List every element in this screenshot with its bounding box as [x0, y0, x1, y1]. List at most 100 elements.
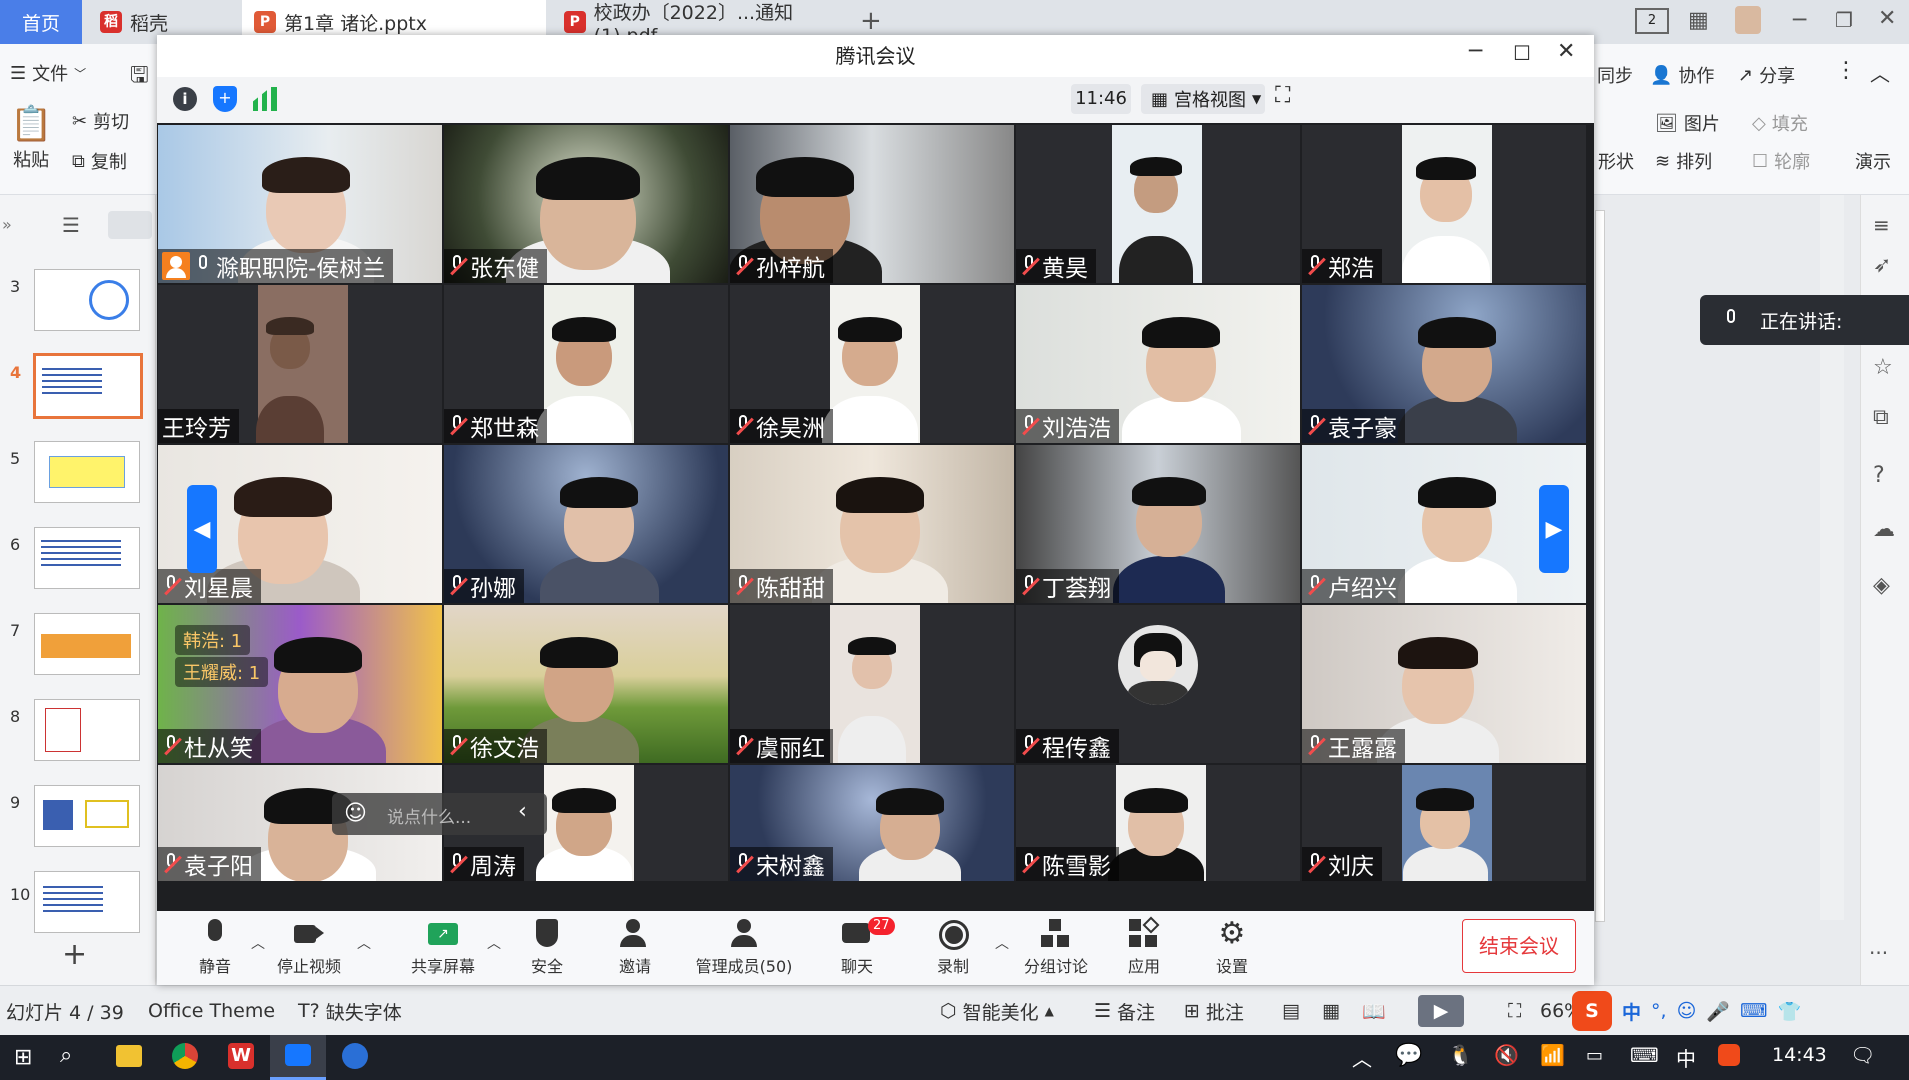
- windows-start-icon[interactable]: ⊞: [14, 1045, 32, 1070]
- mute-button[interactable]: 静音: [185, 911, 245, 985]
- invite-button[interactable]: 邀请: [595, 911, 675, 985]
- more-dots-icon[interactable]: ···: [1869, 941, 1888, 965]
- compass-icon[interactable]: ◈: [1873, 573, 1890, 598]
- share-button[interactable]: ↗ 分享: [1738, 62, 1795, 88]
- end-meeting-button[interactable]: 结束会议: [1462, 919, 1576, 973]
- ime-chinese-icon[interactable]: 中: [1622, 998, 1641, 1025]
- shield-icon[interactable]: +: [213, 86, 237, 112]
- video-tile[interactable]: 郑浩: [1302, 125, 1586, 283]
- sogou-tray-icon[interactable]: [1718, 1044, 1740, 1066]
- wifi-icon[interactable]: 📶: [1540, 1043, 1565, 1067]
- punctuation-icon[interactable]: °,: [1651, 1000, 1667, 1022]
- video-tile[interactable]: 王露露: [1302, 605, 1586, 763]
- info-icon[interactable]: i: [173, 87, 197, 111]
- share-screen-button[interactable]: ↗ 共享屏幕: [403, 911, 483, 985]
- apps-button[interactable]: 应用: [1109, 911, 1179, 985]
- video-tile[interactable]: 孙娜: [444, 445, 728, 603]
- stop-video-button[interactable]: 停止视频: [269, 911, 349, 985]
- thumbnail-view-icon[interactable]: [108, 211, 152, 239]
- reading-view-icon[interactable]: 📖: [1362, 986, 1386, 1036]
- sorter-view-icon[interactable]: ▦: [1322, 986, 1340, 1036]
- menu-icon[interactable]: ≡: [1873, 213, 1890, 237]
- video-tile[interactable]: 张东健: [444, 125, 728, 283]
- collab-button[interactable]: 👤 协作: [1650, 62, 1714, 88]
- quick-chat-input[interactable]: ☺ 说点什么... ‹: [332, 793, 547, 835]
- skin-icon[interactable]: 👕: [1777, 1000, 1801, 1023]
- more-icon[interactable]: ⋮: [1835, 58, 1857, 83]
- slide-thumb-9[interactable]: [34, 785, 140, 847]
- slide-thumb-7[interactable]: [34, 613, 140, 675]
- slide-thumb-10[interactable]: [34, 871, 140, 933]
- avatar[interactable]: [1735, 6, 1761, 34]
- video-tile[interactable]: 陈甜甜: [730, 445, 1014, 603]
- slide-thumb-5[interactable]: [34, 441, 140, 503]
- grid-apps-icon[interactable]: ▦: [1688, 8, 1709, 33]
- video-tile[interactable]: 宋树鑫: [730, 765, 1014, 881]
- record-options-caret[interactable]: ︿: [995, 933, 1009, 953]
- copy-button[interactable]: ⧉ 复制: [72, 148, 127, 174]
- picture-button[interactable]: 🖼 图片: [1655, 110, 1720, 136]
- tray-expand-icon[interactable]: ︿: [1352, 1043, 1372, 1072]
- notification-icon[interactable]: 🗨: [1850, 1043, 1875, 1067]
- slide-thumb-3[interactable]: [34, 269, 140, 331]
- star-icon[interactable]: ☆: [1873, 355, 1893, 380]
- video-tile[interactable]: 刘浩浩: [1016, 285, 1300, 443]
- video-tile[interactable]: 王玲芳: [158, 285, 442, 443]
- tencent-meeting-taskbar-item[interactable]: [270, 1035, 326, 1080]
- video-tile[interactable]: 徐昊洲: [730, 285, 1014, 443]
- view-mode-dropdown[interactable]: ▦ 宫格视图 ▼: [1141, 84, 1265, 114]
- video-tile[interactable]: 刘庆: [1302, 765, 1586, 881]
- outline-view-icon[interactable]: ☰: [62, 213, 80, 237]
- keyboard-icon[interactable]: ⌨: [1740, 1000, 1767, 1022]
- cloud-icon[interactable]: ☁: [1873, 517, 1895, 542]
- volume-muted-icon[interactable]: 🔇: [1494, 1043, 1519, 1067]
- fullscreen-icon[interactable]: ⛶: [1275, 83, 1290, 108]
- play-button[interactable]: ▶: [1418, 986, 1464, 1036]
- prev-page-arrow-icon[interactable]: ◀: [187, 485, 217, 573]
- video-tile[interactable]: 孙梓航: [730, 125, 1014, 283]
- file-explorer-icon[interactable]: [116, 1045, 142, 1067]
- rocket-icon[interactable]: ➶: [1873, 253, 1891, 278]
- search-icon[interactable]: ⌕: [60, 1043, 72, 1068]
- slide-thumb-6[interactable]: [34, 527, 140, 589]
- help-icon[interactable]: ?: [1873, 463, 1885, 488]
- slide-thumb-4[interactable]: [33, 353, 143, 419]
- maximize-icon[interactable]: ☐: [1513, 41, 1531, 65]
- emoji-icon[interactable]: ☺: [344, 801, 367, 826]
- wps-icon[interactable]: W: [228, 1043, 254, 1069]
- settings-button[interactable]: ⚙ 设置: [1197, 911, 1267, 985]
- close-icon[interactable]: ✕: [1557, 39, 1575, 64]
- video-tile[interactable]: 丁荟翔: [1016, 445, 1300, 603]
- ime-indicator[interactable]: 中: [1676, 1043, 1696, 1072]
- record-button[interactable]: 录制: [913, 911, 993, 985]
- fit-icon[interactable]: ⛶: [1508, 986, 1521, 1036]
- transition-icon[interactable]: ⧉: [1873, 405, 1889, 430]
- voice-icon[interactable]: 🎤: [1706, 1000, 1730, 1023]
- save-icon[interactable]: 🖫: [130, 58, 149, 96]
- video-tile[interactable]: 陈雪影: [1016, 765, 1300, 881]
- slide-canvas[interactable]: [1595, 210, 1605, 922]
- normal-view-icon[interactable]: ▤: [1282, 986, 1300, 1036]
- collapse-ribbon-icon[interactable]: ︿: [1870, 58, 1890, 87]
- paste-button[interactable]: 📋 粘贴: [10, 104, 52, 172]
- missing-font-button[interactable]: T? 缺失字体: [298, 986, 402, 1036]
- outline-button[interactable]: ☐ 轮廓: [1752, 148, 1810, 174]
- arrange-button[interactable]: ≋ 排列: [1655, 148, 1712, 174]
- notes-button[interactable]: ☰ 备注: [1094, 986, 1155, 1036]
- security-button[interactable]: 安全: [507, 911, 587, 985]
- beautify-button[interactable]: ⬡ 智能美化 ▲: [940, 986, 1054, 1036]
- video-tile[interactable]: 黄昊: [1016, 125, 1300, 283]
- chrome-icon[interactable]: [172, 1043, 198, 1069]
- mic-options-caret[interactable]: ︿: [251, 933, 265, 953]
- present-button[interactable]: 演示: [1855, 148, 1891, 174]
- video-tile[interactable]: 郑世森: [444, 285, 728, 443]
- sync-button[interactable]: 同步: [1597, 62, 1633, 88]
- signal-icon[interactable]: [253, 87, 277, 111]
- video-tile[interactable]: 滁职职院-侯树兰: [158, 125, 442, 283]
- minimize-icon[interactable]: ─: [1793, 8, 1806, 33]
- theme-name[interactable]: Office Theme: [148, 986, 275, 1036]
- slide-thumb-8[interactable]: [34, 699, 140, 761]
- taskbar-clock[interactable]: 14:43: [1772, 1044, 1827, 1066]
- emoji-icon[interactable]: ☺: [1677, 1000, 1697, 1022]
- manage-members-button[interactable]: 管理成员(50): [679, 911, 809, 985]
